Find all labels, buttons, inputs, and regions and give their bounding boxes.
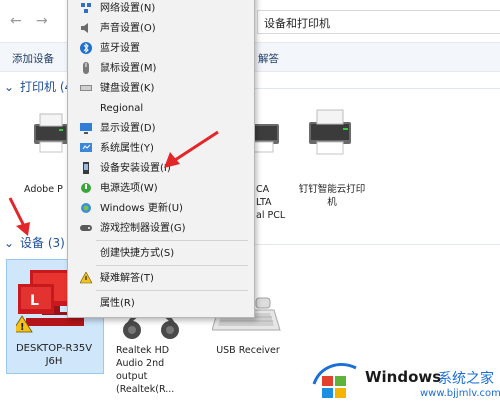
printer-label: CA LTA al PCL xyxy=(256,183,296,222)
display-icon xyxy=(80,122,92,134)
menu-item-label: 游戏控制器设置(G) xyxy=(100,223,186,234)
printer-label: Adobe P xyxy=(24,184,63,195)
address-path: 设备和打印机 xyxy=(264,17,330,30)
back-arrow-icon[interactable]: ← xyxy=(10,12,22,30)
device-label-line: Realtek HD xyxy=(116,345,170,356)
device-label: DESKTOP-R35V J6H xyxy=(8,342,100,368)
menu-item-label: 显示设置(D) xyxy=(100,123,156,134)
menu-item-label: 网络设置(N) xyxy=(100,3,156,14)
printer-icon[interactable] xyxy=(30,112,72,159)
printer-label-line: CA xyxy=(256,184,270,195)
menu-item-bluetooth-settings[interactable]: 蓝牙设置 xyxy=(68,39,254,59)
menu-item-windows-update[interactable]: Windows 更新(U) xyxy=(68,199,254,219)
printer-icon[interactable] xyxy=(305,106,355,159)
menu-item-label: Windows 更新(U) xyxy=(100,203,183,214)
devices-group-divider xyxy=(255,244,500,245)
forward-arrow-icon[interactable]: → xyxy=(36,12,48,30)
red-annotation-arrow xyxy=(8,197,30,236)
windows-logo-icon xyxy=(310,358,360,403)
menu-item-label: 键盘设置(K) xyxy=(100,83,155,94)
printer-icon[interactable] xyxy=(252,112,283,159)
watermark-brand: Windows xyxy=(365,368,442,386)
menu-item-keyboard-settings[interactable]: 键盘设置(K) xyxy=(68,79,254,99)
menu-separator xyxy=(96,240,248,241)
menu-item-network-settings[interactable]: 网络设置(N) xyxy=(68,0,254,19)
printer-label-line: al PCL xyxy=(256,210,286,221)
power-icon xyxy=(80,182,92,194)
menu-item-regional[interactable]: Regional xyxy=(68,99,254,119)
menu-item-label: Regional xyxy=(100,103,144,114)
device-label-line: output xyxy=(116,371,148,382)
menu-item-create-shortcut[interactable]: 创建快捷方式(S) xyxy=(68,244,254,264)
menu-item-sound-settings[interactable]: 声音设置(O) xyxy=(68,19,254,39)
device-install-icon xyxy=(80,162,92,174)
menu-item-label: 电源选项(W) xyxy=(100,183,158,194)
menu-item-label: 属性(R) xyxy=(100,298,135,309)
printers-group-divider xyxy=(255,88,500,89)
keyboard-icon xyxy=(80,82,92,94)
address-bar[interactable]: 设备和打印机 xyxy=(257,10,500,34)
menu-item-label: 蓝牙设置 xyxy=(100,43,140,54)
device-label: USB Receiver xyxy=(216,345,280,356)
gamepad-icon xyxy=(80,222,92,234)
system-icon xyxy=(80,142,92,154)
menu-separator xyxy=(96,265,248,266)
menu-item-label: 疑难解答(T) xyxy=(100,273,154,284)
watermark-url: www.bjjmlv.com xyxy=(420,388,500,399)
speaker-icon xyxy=(80,22,92,34)
add-device-button[interactable]: 添加设备 xyxy=(12,51,54,66)
troubleshoot-button[interactable]: 解答 xyxy=(258,51,279,66)
menu-item-mouse-settings[interactable]: 鼠标设置(M) xyxy=(68,59,254,79)
device-label-line: DESKTOP-R35V xyxy=(15,343,93,354)
menu-item-label: 鼠标设置(M) xyxy=(100,63,157,74)
printer-label: 钉钉智能云打印机 xyxy=(298,184,366,208)
device-label-line: Audio 2nd xyxy=(116,358,165,369)
menu-item-game-controller-settings[interactable]: 游戏控制器设置(G) xyxy=(68,219,254,239)
warning-icon xyxy=(79,271,93,284)
printer-label-line: LTA xyxy=(256,197,272,208)
svg-text:!: ! xyxy=(20,322,25,333)
menu-item-properties[interactable]: 属性(R) xyxy=(68,294,254,314)
menu-item-label: 声音设置(O) xyxy=(100,23,156,34)
menu-item-label: 创建快捷方式(S) xyxy=(100,248,175,259)
menu-item-troubleshoot[interactable]: 疑难解答(T) xyxy=(68,269,254,289)
svg-text:L: L xyxy=(30,293,39,309)
watermark-site-name: 系统之家 xyxy=(438,371,494,387)
device-label-line: J6H xyxy=(45,356,63,367)
menu-item-power-options[interactable]: 电源选项(W) xyxy=(68,179,254,199)
mouse-icon xyxy=(80,62,92,74)
device-label-line: (Realtek(R... xyxy=(116,384,175,395)
windows-update-icon xyxy=(80,202,92,214)
bluetooth-icon xyxy=(80,42,92,54)
network-icon xyxy=(80,2,92,14)
device-label: Realtek HD Audio 2nd output (Realtek(R..… xyxy=(116,344,190,396)
printers-group-header[interactable]: 打印机 (4 xyxy=(20,80,72,94)
menu-item-label: 系统属性(Y) xyxy=(100,143,154,154)
red-annotation-arrow xyxy=(164,130,219,168)
printers-collapse-chevron-icon[interactable]: ⌄ xyxy=(4,80,14,94)
menu-separator xyxy=(96,290,248,291)
